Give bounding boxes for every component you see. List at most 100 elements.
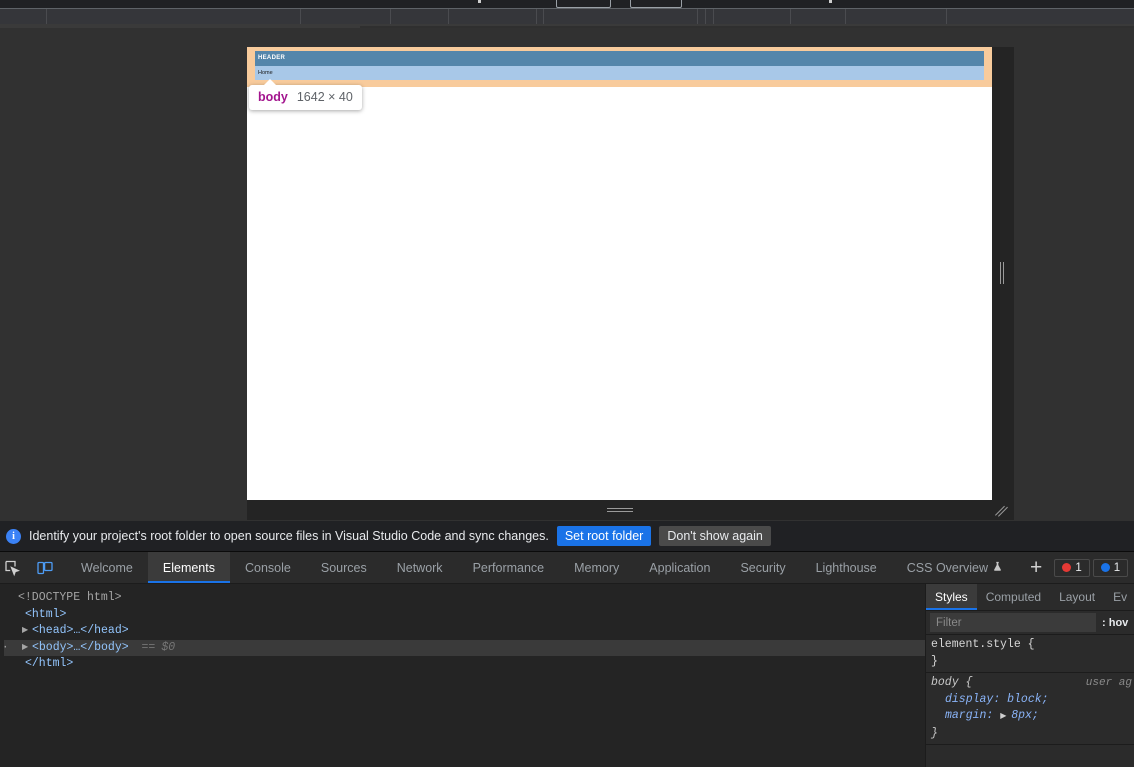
experiment-flask-icon — [992, 561, 1003, 575]
omnibox-ghost-2[interactable] — [630, 0, 682, 8]
dom-node-console-ref: $0 — [161, 640, 176, 654]
dom-expand-triangle-icon[interactable]: ▶ — [22, 640, 32, 657]
bookmark-sep — [845, 9, 846, 24]
viewport-corner-resize-handle[interactable] — [993, 503, 1009, 519]
tab-security[interactable]: Security — [725, 552, 800, 583]
bookmark-sep — [448, 9, 449, 24]
css-rules-list: element.style {} body {user ag display: bl… — [926, 635, 1134, 767]
bookmark-sep — [543, 9, 544, 24]
styles-tab-layout[interactable]: Layout — [1050, 584, 1104, 610]
bookmark-sep — [46, 9, 47, 24]
css-rule-origin: user ag — [1085, 677, 1132, 689]
tab-network[interactable]: Network — [382, 552, 458, 583]
tab-elements[interactable]: Elements — [147, 552, 231, 583]
tab-label: Console — [244, 560, 291, 575]
css-property-value[interactable]: 8px; — [1011, 709, 1039, 722]
bookmark-sep — [790, 9, 791, 24]
element-highlight-tooltip: body 1642 × 40 — [249, 79, 362, 110]
css-rule-close-brace: } — [931, 654, 938, 668]
dom-tree-pane[interactable]: <!DOCTYPE html> <html> ▶ <head>…</head> · ▶ <b… — [0, 584, 925, 767]
devtools-tool-icons — [0, 552, 66, 583]
devtools-main: <!DOCTYPE html> <html> ▶ <head>…</head> · ▶ <b… — [0, 584, 1134, 767]
page-viewport[interactable]: HEADER Home body 1642 × 40 — [247, 47, 992, 500]
dom-tree-row[interactable]: ▶ <head>…</head> — [4, 623, 925, 640]
set-root-folder-button[interactable]: Set root folder — [556, 526, 652, 546]
tab-application[interactable]: Application — [634, 552, 725, 583]
dom-tree-row[interactable]: <!DOCTYPE html> — [4, 590, 925, 607]
styles-tab-styles[interactable]: Styles — [926, 584, 977, 610]
dont-show-again-button[interactable]: Don't show again — [659, 526, 771, 546]
viewport-width-resize-handle[interactable] — [999, 262, 1006, 284]
bookmark-sep — [713, 9, 714, 24]
dom-node-text: </html> — [25, 657, 74, 670]
tab-welcome[interactable]: Welcome — [66, 552, 148, 583]
viewport-surround-top — [247, 28, 1014, 47]
devtools-panel-tabs: Welcome Elements Console Sources Network Perf… — [66, 552, 1018, 583]
add-panel-button[interactable]: + — [1018, 552, 1054, 583]
element-highlight-margin-box: HEADER Home — [247, 47, 992, 87]
device-toolbar-icon[interactable] — [36, 559, 54, 577]
bookmark-sep — [705, 9, 706, 24]
infobar-message: Identify your project's root folder to o… — [29, 529, 549, 543]
tab-sources[interactable]: Sources — [306, 552, 382, 583]
dom-expand-triangle-icon[interactable]: ▶ — [22, 623, 32, 640]
page-header-band: HEADER — [255, 51, 984, 66]
css-colon: : — [986, 709, 1001, 722]
tab-label: Welcome — [81, 560, 133, 575]
tab-label: Network — [396, 560, 443, 575]
dom-node-equals: == — [134, 640, 156, 654]
chrome-dot-1 — [478, 0, 481, 3]
dom-node-text: <head>…</head> — [32, 624, 129, 637]
message-dot-icon — [1100, 563, 1110, 572]
dom-tree-row[interactable]: </html> — [4, 656, 925, 673]
devtools-tabbar: Welcome Elements Console Sources Network Perf… — [0, 552, 1134, 584]
css-rule[interactable]: body {user ag display: block; margin: ▶ 8p… — [926, 673, 1134, 745]
css-colon: : — [993, 692, 1008, 706]
css-selector[interactable]: element.style { — [931, 637, 1134, 654]
css-shorthand-expand-icon[interactable]: ▶ — [1000, 712, 1011, 721]
tab-label: Memory — [574, 560, 620, 575]
badge-count: 1 — [1113, 561, 1121, 574]
css-property-value[interactable]: block; — [1007, 693, 1048, 706]
tab-label: Lighthouse — [815, 560, 877, 575]
tab-css-overview[interactable]: CSS Overview — [892, 552, 1018, 583]
css-property-name[interactable]: display — [945, 693, 993, 706]
dom-node-text: <html> — [25, 607, 67, 621]
force-hover-state-button[interactable]: : hov — [1100, 617, 1134, 629]
tooltip-arrow — [263, 79, 277, 86]
chrome-dot-2 — [829, 0, 832, 3]
bookmark-sep — [536, 9, 537, 24]
css-declaration[interactable]: display: block; — [931, 692, 1134, 709]
inspect-element-icon[interactable] — [4, 559, 22, 577]
styles-tab-computed[interactable]: Computed — [977, 584, 1050, 610]
error-badge[interactable]: 1 — [1054, 558, 1090, 577]
bookmark-sep — [390, 9, 391, 24]
dom-tree-row[interactable]: <html> — [4, 607, 925, 624]
tab-lighthouse[interactable]: Lighthouse — [801, 552, 892, 583]
tab-label: Security — [740, 560, 786, 575]
devtools-infobar: i Identify your project's root folder to… — [0, 521, 1134, 552]
devtools-screenshot-root: HEADER Home body 1642 × 40 i Identify yo… — [0, 0, 1134, 767]
tab-performance[interactable]: Performance — [458, 552, 560, 583]
tab-label: Performance — [472, 560, 545, 575]
bookmarks-bar — [0, 9, 1134, 24]
omnibox-ghost-1[interactable] — [556, 0, 611, 8]
tab-label: Application — [649, 560, 711, 575]
styles-filter-input[interactable] — [930, 613, 1096, 632]
message-badge[interactable]: 1 — [1092, 558, 1129, 577]
dom-tree-row[interactable]: · ▶ <body>…</body> == $0 — [2, 639, 925, 657]
css-declaration[interactable]: margin: ▶ 8px; — [931, 708, 1134, 726]
page-nav-band: Home — [255, 66, 984, 80]
tab-console[interactable]: Console — [230, 552, 306, 583]
tooltip-tag-name: body — [258, 90, 288, 104]
viewport-height-resize-handle[interactable] — [607, 507, 633, 514]
css-rule[interactable]: element.style {} — [926, 635, 1134, 673]
tab-memory[interactable]: Memory — [559, 552, 634, 583]
dom-node-text: <body>…</body> — [32, 640, 129, 654]
styles-tab-ev[interactable]: Ev — [1104, 584, 1134, 610]
error-dot-icon — [1062, 563, 1072, 572]
css-property-name[interactable]: margin — [945, 709, 986, 722]
badge-count: 1 — [1075, 561, 1082, 574]
tooltip-dimensions: 1642 × 40 — [296, 90, 353, 104]
browser-chrome-strip — [0, 0, 1134, 28]
